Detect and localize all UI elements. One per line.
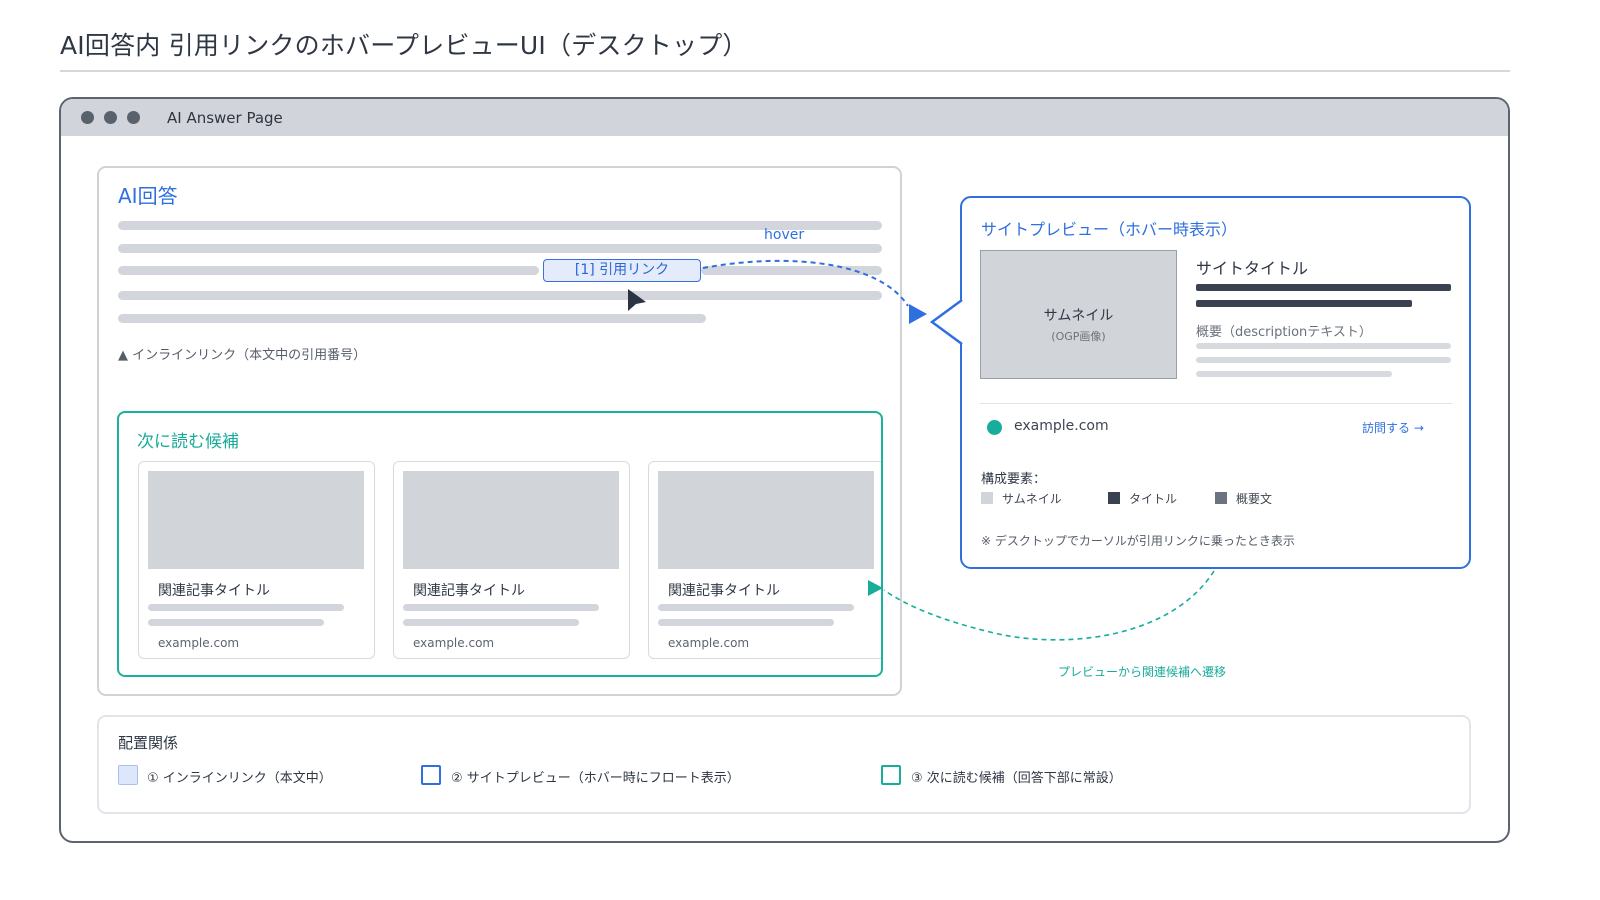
related-article-card[interactable]: 関連記事タイトル example.com bbox=[648, 461, 881, 659]
site-preview-heading: サイトプレビュー（ホバー時表示） bbox=[981, 220, 1238, 239]
preview-domain: example.com bbox=[1014, 418, 1109, 434]
card-thumbnail bbox=[403, 471, 619, 569]
title-bar bbox=[1196, 300, 1412, 307]
card-domain: example.com bbox=[413, 636, 495, 650]
preview-divider bbox=[980, 403, 1452, 404]
legend-label-thumbnail: サムネイル bbox=[1002, 492, 1062, 506]
window-maximize-dot[interactable] bbox=[127, 111, 140, 124]
answer-text-line bbox=[118, 266, 539, 275]
next-reads-heading: 次に読む候補 bbox=[137, 432, 239, 452]
card-text-line bbox=[658, 619, 834, 626]
card-domain: example.com bbox=[158, 636, 240, 650]
answer-text-line bbox=[118, 244, 882, 253]
card-text-line bbox=[658, 604, 854, 611]
citation-link[interactable]: [1] 引用リンク bbox=[543, 259, 701, 282]
preview-note: ※ デスクトップでカーソルが引用リンクに乗ったとき表示 bbox=[981, 534, 1295, 548]
layout-heading: 配置関係 bbox=[118, 734, 179, 752]
related-article-card[interactable]: 関連記事タイトル example.com bbox=[393, 461, 630, 659]
page-title: AI回答内 引用リンクのホバープレビューUI（デスクトップ） bbox=[60, 31, 748, 60]
related-article-card[interactable]: 関連記事タイトル example.com bbox=[138, 461, 375, 659]
thumbnail-label: サムネイル bbox=[1043, 308, 1114, 324]
description-line bbox=[1196, 357, 1451, 363]
key-label-next: ③ 次に読む候補（回答下部に常設） bbox=[911, 771, 1122, 786]
legend-swatch-thumbnail bbox=[981, 492, 993, 504]
hover-label: hover bbox=[764, 227, 805, 243]
inline-link-caption: ▲ インラインリンク（本文中の引用番号） bbox=[118, 348, 367, 363]
card-title: 関連記事タイトル bbox=[668, 583, 780, 599]
card-text-line bbox=[403, 604, 599, 611]
ai-answer-heading: AI回答 bbox=[118, 184, 178, 208]
key-box-inline bbox=[118, 765, 138, 785]
legend-label-description: 概要文 bbox=[1236, 492, 1273, 506]
card-thumbnail bbox=[148, 471, 364, 569]
description-line bbox=[1196, 371, 1392, 377]
key-box-next bbox=[881, 765, 901, 785]
legend-label-title: タイトル bbox=[1129, 492, 1178, 506]
description-line bbox=[1196, 343, 1451, 349]
thumbnail-sublabel: (OGP画像) bbox=[1051, 330, 1106, 343]
title-bar bbox=[1196, 284, 1451, 291]
card-title: 関連記事タイトル bbox=[413, 583, 525, 599]
window-minimize-dot[interactable] bbox=[104, 111, 117, 124]
elements-label: 構成要素： bbox=[981, 472, 1047, 487]
browser-chrome-bar: AI Answer Page bbox=[61, 99, 1508, 136]
legend-swatch-description bbox=[1215, 492, 1227, 504]
transition-label: プレビューから関連候補へ遷移 bbox=[1058, 665, 1227, 679]
layout-relation-panel: 配置関係 ① インラインリンク（本文中） ② サイトプレビュー（ホバー時にフロー… bbox=[97, 715, 1471, 814]
next-reads-panel: 次に読む候補 関連記事タイトル example.com 関連記事タイトル exa… bbox=[117, 411, 883, 677]
legend-swatch-title bbox=[1108, 492, 1120, 504]
card-text-line bbox=[148, 619, 324, 626]
answer-text-line bbox=[701, 266, 882, 275]
card-text-line bbox=[403, 619, 579, 626]
card-title: 関連記事タイトル bbox=[158, 583, 270, 599]
preview-thumbnail: サムネイル (OGP画像) bbox=[980, 250, 1177, 379]
browser-title: AI Answer Page bbox=[167, 109, 283, 127]
title-divider bbox=[60, 70, 1510, 72]
key-label-preview: ② サイトプレビュー（ホバー時にフロート表示） bbox=[451, 771, 740, 786]
card-text-line bbox=[148, 604, 344, 611]
preview-site-title: サイトタイトル bbox=[1196, 259, 1309, 278]
card-domain: example.com bbox=[668, 636, 750, 650]
key-box-preview bbox=[421, 765, 441, 785]
description-label: 概要（descriptionテキスト） bbox=[1196, 325, 1372, 340]
site-favicon-icon bbox=[987, 420, 1002, 435]
card-thumbnail bbox=[658, 471, 874, 569]
window-close-dot[interactable] bbox=[81, 111, 94, 124]
key-label-inline: ① インラインリンク（本文中） bbox=[147, 771, 332, 786]
answer-text-line bbox=[118, 291, 882, 300]
answer-text-line bbox=[118, 314, 706, 323]
visit-link[interactable]: 訪問する → bbox=[1362, 419, 1424, 436]
site-preview-panel[interactable]: サイトプレビュー（ホバー時表示） サムネイル (OGP画像) サイトタイトル 概… bbox=[960, 196, 1471, 569]
